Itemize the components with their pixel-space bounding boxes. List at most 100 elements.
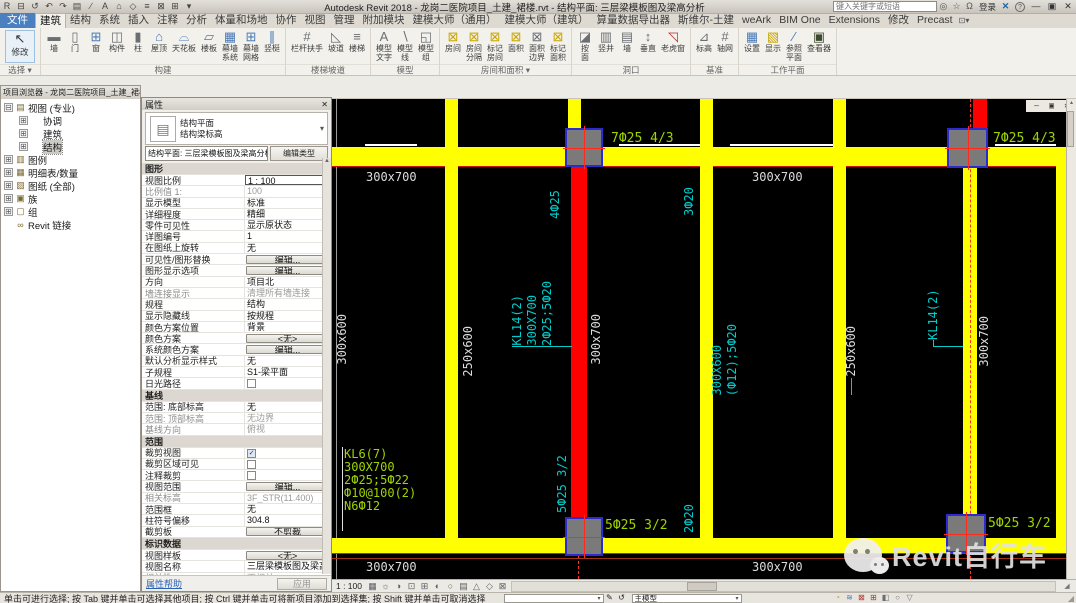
constraints-icon[interactable]: ◇ bbox=[483, 580, 496, 592]
model-text-button[interactable]: A模型 文字 bbox=[374, 29, 394, 62]
help-search-input[interactable] bbox=[833, 1, 937, 12]
temporary-hide-icon[interactable]: ◐ bbox=[431, 580, 444, 592]
type-selector[interactable]: ▤ 结构平面 结构梁标高 ▾ bbox=[145, 112, 328, 145]
expander-icon[interactable]: ⊞ bbox=[4, 168, 13, 177]
viewer-button[interactable]: ▣查看器 bbox=[805, 29, 833, 54]
rebar-tag[interactable]: 5Ф25 3/2 bbox=[555, 443, 569, 513]
expander-icon[interactable]: ⊞ bbox=[4, 181, 13, 190]
tree-groups[interactable]: ⊞ ▢ 组 bbox=[1, 205, 140, 218]
vertical-scrollbar[interactable]: ▴ bbox=[1066, 99, 1076, 579]
properties-scrollbar[interactable]: ▲ bbox=[322, 158, 331, 574]
room-button[interactable]: ⊠房间 bbox=[443, 29, 463, 54]
exchange-apps-icon[interactable]: ✕ bbox=[999, 1, 1012, 12]
railing-button[interactable]: #栏杆扶手 bbox=[289, 29, 325, 54]
体量和场地[interactable]: 体量和场地 bbox=[211, 13, 272, 28]
rebar-tag[interactable]: 3Ф20 bbox=[682, 174, 696, 216]
horizontal-scrollbar-thumb[interactable] bbox=[687, 582, 717, 591]
vertical-opening-button[interactable]: ↕垂直 bbox=[638, 29, 658, 54]
beam-size-label[interactable]: 250x600 bbox=[844, 326, 858, 377]
window-button[interactable]: ⊞窗 bbox=[86, 29, 106, 54]
redo-icon[interactable]: ↷ bbox=[56, 0, 70, 13]
beam-stub-top-mid[interactable] bbox=[568, 99, 581, 128]
print-icon[interactable]: ▤ bbox=[70, 0, 84, 13]
文件[interactable]: 文件 bbox=[0, 13, 35, 28]
beam-size-label[interactable]: 250x600 bbox=[461, 326, 475, 377]
signin-button[interactable]: 登录 bbox=[976, 1, 999, 13]
算量数据导出器[interactable]: 算量数据导出器 bbox=[593, 13, 675, 28]
修改[interactable]: 修改 bbox=[884, 13, 913, 28]
插入[interactable]: 插入 bbox=[124, 13, 153, 28]
注释[interactable]: 注释 bbox=[153, 13, 182, 28]
curtain-system-button[interactable]: ▦幕墙 系统 bbox=[220, 29, 240, 62]
协作[interactable]: 协作 bbox=[272, 13, 301, 28]
beam-size-label[interactable]: 300x600 bbox=[335, 314, 349, 365]
rebar-tag[interactable]: 4Ф25 bbox=[548, 173, 562, 219]
design-option-dropdown[interactable]: 主模型 bbox=[632, 594, 742, 603]
minimize-button[interactable]: — bbox=[1028, 0, 1044, 13]
door-button[interactable]: ▯门 bbox=[65, 29, 85, 54]
beam-size-label[interactable]: 300x700 bbox=[589, 314, 603, 365]
worksharing-monitor-icon[interactable]: ◔ bbox=[832, 593, 844, 603]
rebar-tag[interactable]: 2Ф20 bbox=[682, 491, 696, 533]
tag-area-button[interactable]: ⊠标记 面积 bbox=[548, 29, 568, 62]
room-area-panel-label[interactable]: 房间和面积 ▾ bbox=[440, 64, 571, 75]
beam-size-label[interactable]: 300x700 bbox=[752, 170, 803, 184]
press-drag-icon[interactable]: ○ bbox=[892, 593, 904, 603]
view-scale[interactable]: 1 : 100 bbox=[332, 581, 366, 591]
section-icon[interactable]: ◇ bbox=[126, 0, 140, 13]
by-face-button[interactable]: ◪按 面 bbox=[575, 29, 595, 62]
视图[interactable]: 视图 bbox=[301, 13, 330, 28]
set-workplane-button[interactable]: ▦设置 bbox=[742, 29, 762, 54]
area-boundary-button[interactable]: ⊠面积 边界 bbox=[527, 29, 547, 62]
beam-vertical-1[interactable] bbox=[445, 99, 458, 553]
curtain-grid-button[interactable]: ⊞幕墙 网格 bbox=[241, 29, 261, 62]
expander-icon[interactable]: ⊞ bbox=[19, 142, 28, 151]
ribbon-options-icon[interactable]: ⊡▾ bbox=[959, 14, 970, 28]
weArk[interactable]: weArk bbox=[738, 13, 775, 28]
tree-structure[interactable]: ⊞ 结构 bbox=[1, 140, 140, 153]
help-icon[interactable]: ? bbox=[1015, 2, 1025, 12]
expander-icon[interactable]: ⊞ bbox=[4, 194, 13, 203]
rebar-tag[interactable]: 5Ф25 3/2 bbox=[605, 518, 668, 533]
ref-plane-button[interactable]: ∕参照 平面 bbox=[784, 29, 804, 62]
expander-icon[interactable]: ⊟ bbox=[4, 103, 13, 112]
管理[interactable]: 管理 bbox=[330, 13, 359, 28]
measure-icon[interactable]: ∕ bbox=[84, 0, 98, 13]
斯维尔-土建[interactable]: 斯维尔-土建 bbox=[674, 13, 738, 28]
close-icon[interactable]: ✕ bbox=[321, 100, 328, 109]
shadows-icon[interactable]: ◑ bbox=[392, 580, 405, 592]
Extensions[interactable]: Extensions bbox=[825, 13, 884, 28]
show-workplane-button[interactable]: ▧显示 bbox=[763, 29, 783, 54]
area-button[interactable]: ⊠面积 bbox=[506, 29, 526, 54]
view-restore-button[interactable]: ▣ bbox=[1044, 100, 1059, 112]
switch-windows-icon[interactable]: ⊞ bbox=[168, 0, 182, 13]
workset-dropdown[interactable] bbox=[504, 594, 604, 603]
beam-tag-kl14-right[interactable]: KL14(2) bbox=[926, 288, 940, 340]
close-button[interactable]: ✕ bbox=[1060, 0, 1076, 13]
beam-size-label[interactable]: 300x700 bbox=[366, 560, 417, 574]
default-3d-view-icon[interactable]: ⌂ bbox=[112, 0, 126, 13]
Precast[interactable]: Precast bbox=[913, 13, 957, 28]
grid-button[interactable]: #轴网 bbox=[715, 29, 735, 54]
signin-user-icon[interactable]: Ω bbox=[963, 1, 976, 12]
editing-requests-icon[interactable]: ≋ bbox=[844, 593, 856, 603]
vertical-scrollbar-thumb[interactable] bbox=[1067, 111, 1074, 147]
text-icon[interactable]: A bbox=[98, 0, 112, 13]
shaft-button[interactable]: ▥竖井 bbox=[596, 29, 616, 54]
visual-style-icon[interactable]: ▦ bbox=[366, 580, 379, 592]
modify-button[interactable]: ↖ 修改 bbox=[5, 30, 35, 63]
roof-button[interactable]: ⌂屋顶 bbox=[149, 29, 169, 54]
chevron-down-icon[interactable]: ▾ bbox=[320, 124, 324, 133]
drawing-area[interactable]: 300x700 300x700 300x700 300x700 300x600 … bbox=[332, 99, 1076, 579]
temporary-view-properties-icon[interactable]: ▤ bbox=[457, 580, 470, 592]
level-button[interactable]: ⊿标高 bbox=[694, 29, 714, 54]
mullion-button[interactable]: ∥竖梃 bbox=[262, 29, 282, 54]
filter-icon[interactable]: ▽ bbox=[904, 593, 916, 603]
结构[interactable]: 结构 bbox=[66, 13, 95, 28]
BIM One[interactable]: BIM One bbox=[775, 13, 824, 28]
wall-button[interactable]: ▬墙 bbox=[44, 29, 64, 54]
beam-tag-kl14-mid[interactable]: KL14(2) 300X700 2Ф25;5Ф20 bbox=[510, 251, 554, 346]
search-icon[interactable]: ◎ bbox=[937, 1, 950, 12]
model-line-button[interactable]: ∖模型 线 bbox=[395, 29, 415, 62]
room-separator-button[interactable]: ⊠房间 分隔 bbox=[464, 29, 484, 62]
